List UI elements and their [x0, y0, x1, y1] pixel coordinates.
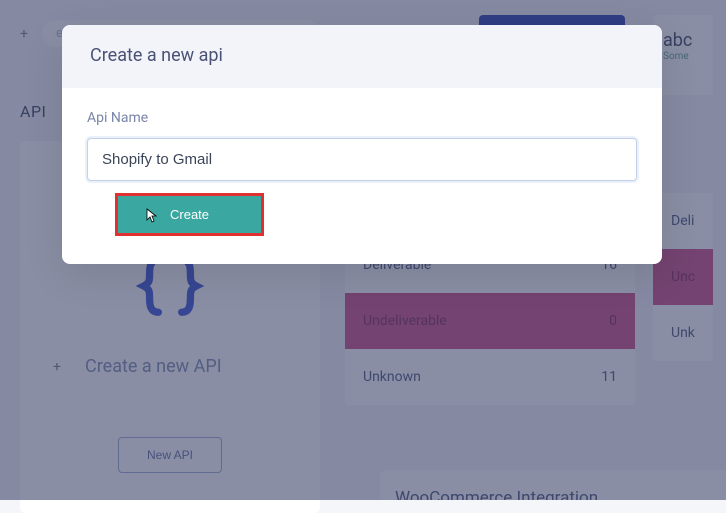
create-button[interactable]: Create: [118, 196, 261, 233]
create-api-modal: Create a new api Api Name Create: [62, 25, 662, 264]
modal-title: Create a new api: [62, 25, 662, 88]
api-name-label: Api Name: [87, 110, 637, 126]
modal-body: Api Name Create: [62, 88, 662, 264]
create-button-highlight: Create: [115, 193, 264, 236]
api-name-input[interactable]: [87, 138, 637, 181]
